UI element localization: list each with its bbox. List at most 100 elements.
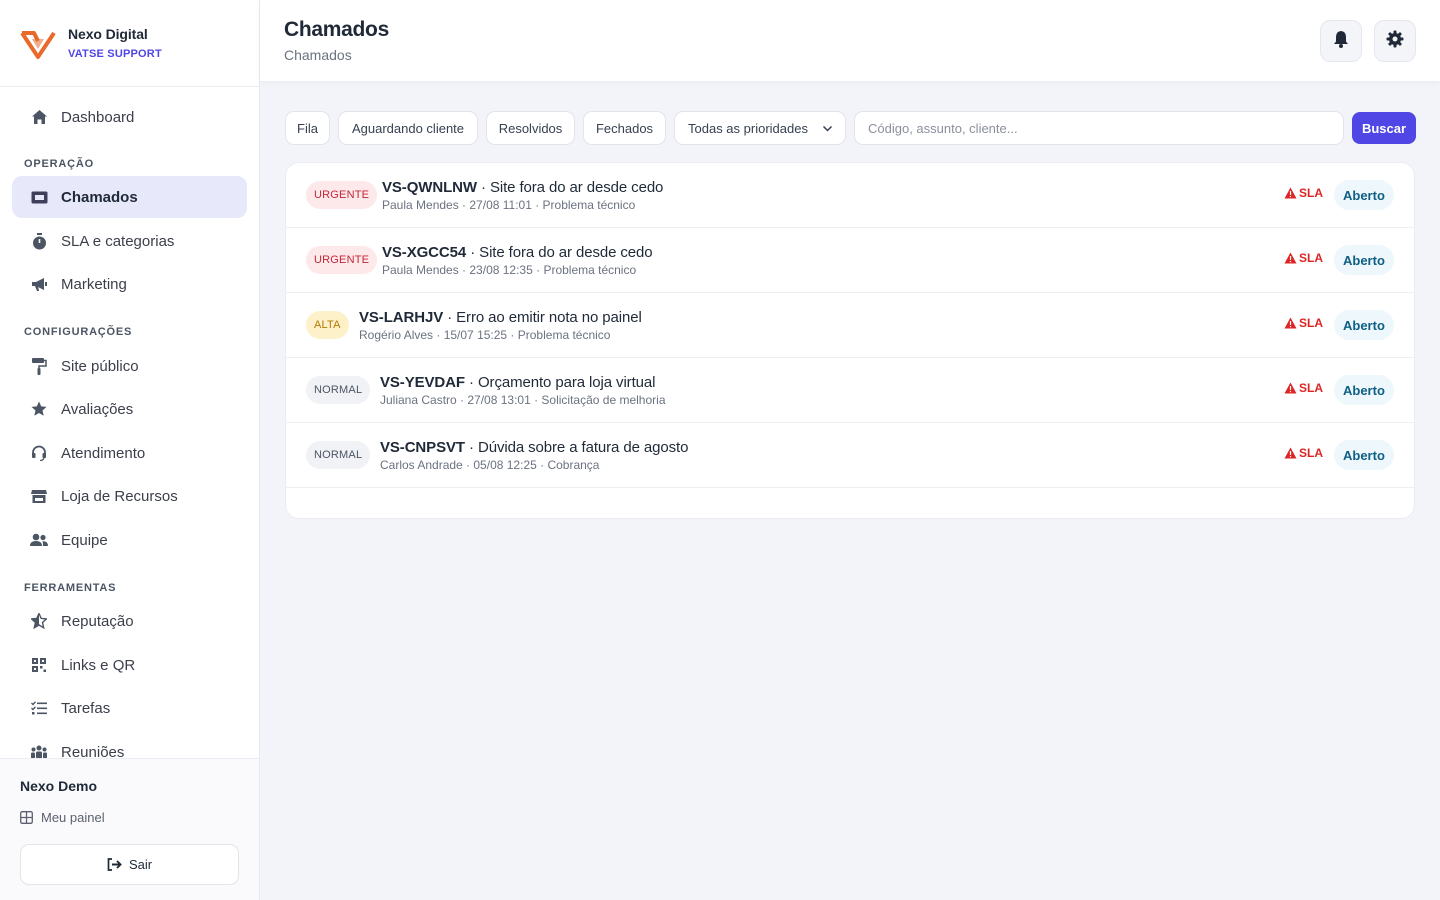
ticket-title[interactable]: VS-LARHJV · Erro ao emitir nota no paine… [359, 309, 642, 326]
sidebar-item-links-qr[interactable]: Links e QR [12, 644, 247, 686]
ticket-subject: Erro ao emitir nota no painel [456, 309, 642, 326]
sla-label: SLA [1299, 316, 1323, 330]
sla-label: SLA [1299, 251, 1323, 265]
ticket-row[interactable]: ALTA VS-LARHJV · Erro ao emitir nota no … [286, 293, 1414, 358]
ticket-title[interactable]: VS-CNPSVT · Dúvida sobre a fatura de ago… [380, 439, 688, 456]
ticket-code: VS-QWNLNW [382, 179, 477, 196]
ticket-subject: Site fora do ar desde cedo [489, 179, 664, 196]
priority-select[interactable]: Todas as prioridades [674, 111, 846, 145]
stopwatch-icon [30, 232, 48, 250]
brand-logo-icon [20, 31, 56, 59]
section-label-configuracoes: CONFIGURAÇÕES [24, 326, 133, 338]
my-panel-link[interactable]: Meu painel [20, 810, 105, 825]
ticket-meta: Paula Mendes · 23/08 12:35 · Problema té… [382, 263, 637, 277]
sla-label: SLA [1299, 186, 1323, 200]
sidebar-item-label: Atendimento [61, 444, 146, 462]
warning-triangle-icon [1284, 187, 1297, 199]
ticket-code: VS-CNPSVT [380, 439, 465, 456]
sla-warning: SLA [1284, 186, 1323, 200]
headset-icon [30, 444, 48, 462]
sidebar-item-site-publico[interactable]: Site público [12, 345, 247, 387]
sla-label: SLA [1299, 381, 1323, 395]
ticket-meta: Paula Mendes · 27/08 11:01 · Problema té… [382, 198, 636, 212]
ticket-title[interactable]: VS-YEVDAF · Orçamento para loja virtual [380, 374, 655, 391]
settings-button[interactable] [1374, 20, 1416, 62]
sidebar-item-avaliacoes[interactable]: Avaliações [12, 388, 247, 430]
star-icon [30, 400, 48, 418]
search-button[interactable]: Buscar [1352, 112, 1416, 144]
page-title: Chamados [284, 18, 389, 41]
ticket-title[interactable]: VS-QWNLNW · Site fora do ar desde cedo [382, 179, 663, 196]
page-subtitle: Chamados [284, 47, 352, 63]
bell-icon [1333, 30, 1349, 53]
gear-icon [1386, 30, 1404, 53]
filter-tab-fechados[interactable]: Fechados [583, 111, 666, 145]
logout-button[interactable]: Sair [20, 844, 239, 885]
sidebar-item-label: Reuniões [61, 743, 125, 759]
sidebar-item-label: Links e QR [61, 656, 136, 674]
qrcode-icon [30, 656, 48, 674]
my-panel-label: Meu painel [41, 810, 105, 825]
ticket-code: VS-YEVDAF [380, 374, 465, 391]
brand-name: Nexo Digital [68, 26, 148, 42]
page-header: Chamados Chamados [260, 0, 1440, 82]
sidebar-item-label: Avaliações [61, 400, 134, 418]
ticket-icon [30, 188, 48, 206]
filter-tab-fila[interactable]: Fila [285, 111, 330, 145]
sidebar-nav: Dashboard OPERAÇÃO Chamados SLA e catego… [0, 96, 259, 758]
ticket-meta: Juliana Castro · 27/08 13:01 · Solicitaç… [380, 393, 666, 407]
section-label-operacao: OPERAÇÃO [24, 158, 94, 170]
notifications-button[interactable] [1320, 20, 1362, 62]
sidebar-item-label: Site público [61, 357, 139, 375]
paint-roller-icon [30, 357, 48, 375]
ticket-meta: Rogério Alves · 15/07 15:25 · Problema t… [359, 328, 611, 342]
sla-label: SLA [1299, 446, 1323, 460]
sidebar-item-dashboard[interactable]: Dashboard [12, 96, 247, 138]
sidebar: Nexo Digital VATSE SUPPORT Dashboard OPE… [0, 0, 260, 900]
sidebar-item-reputacao[interactable]: Reputação [12, 600, 247, 642]
status-badge: Aberto [1334, 375, 1394, 405]
logout-label: Sair [128, 857, 153, 872]
ticket-subject: Site fora do ar desde cedo [479, 244, 653, 261]
home-icon [30, 108, 48, 126]
sla-warning: SLA [1284, 316, 1323, 330]
sidebar-item-label: Marketing [61, 275, 127, 293]
warning-triangle-icon [1284, 252, 1297, 264]
sidebar-item-reunioes[interactable]: Reuniões [12, 731, 247, 758]
filter-tab-aguardando-cliente[interactable]: Aguardando cliente [338, 111, 478, 145]
ticket-row[interactable]: URGENTE VS-QWNLNW · Site fora do ar desd… [286, 163, 1414, 228]
users-icon [30, 531, 48, 549]
sign-out-icon [107, 858, 122, 871]
ticket-subject: Orçamento para loja virtual [477, 374, 656, 391]
ticket-code: VS-XGCC54 [382, 244, 467, 261]
sidebar-item-tarefas[interactable]: Tarefas [12, 687, 247, 729]
brand: Nexo Digital VATSE SUPPORT [0, 0, 259, 87]
priority-select-value: Todas as prioridades [688, 120, 808, 136]
sidebar-item-label: Chamados [61, 188, 138, 206]
sidebar-item-marketing[interactable]: Marketing [12, 263, 247, 305]
sidebar-item-chamados[interactable]: Chamados [12, 176, 247, 218]
people-group-icon [30, 743, 48, 758]
ticket-row[interactable]: NORMAL VS-CNPSVT · Dúvida sobre a fatura… [286, 423, 1414, 488]
status-badge: Aberto [1334, 180, 1394, 210]
warning-triangle-icon [1284, 382, 1297, 394]
search-input[interactable] [854, 111, 1344, 145]
ticket-code: VS-LARHJV [359, 309, 444, 326]
ticket-row[interactable]: URGENTE VS-XGCC54 · Site fora do ar desd… [286, 228, 1414, 293]
sidebar-item-sla[interactable]: SLA e categorias [12, 220, 247, 262]
sidebar-item-label: Reputação [61, 612, 134, 630]
user-name: Nexo Demo [20, 778, 98, 794]
sla-warning: SLA [1284, 251, 1323, 265]
priority-badge: URGENTE [306, 181, 378, 209]
ticket-row[interactable]: NORMAL VS-YEVDAF · Orçamento para loja v… [286, 358, 1414, 423]
warning-triangle-icon [1284, 447, 1297, 459]
filter-tab-resolvidos[interactable]: Resolvidos [486, 111, 575, 145]
status-badge: Aberto [1334, 440, 1394, 470]
sidebar-item-label: Loja de Recursos [61, 487, 178, 505]
priority-badge: NORMAL [306, 376, 371, 404]
sidebar-item-equipe[interactable]: Equipe [12, 519, 247, 561]
sidebar-item-atendimento[interactable]: Atendimento [12, 432, 247, 474]
ticket-title[interactable]: VS-XGCC54 · Site fora do ar desde cedo [382, 244, 653, 261]
sidebar-item-label: SLA e categorias [61, 232, 175, 250]
sidebar-item-loja-recursos[interactable]: Loja de Recursos [12, 475, 247, 517]
